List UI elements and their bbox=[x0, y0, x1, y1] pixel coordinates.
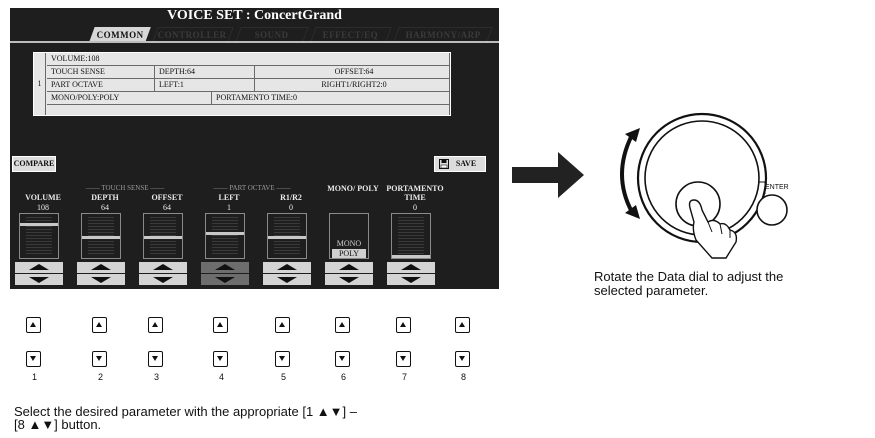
dial-caption-line1: Rotate the Data dial to adjust the bbox=[594, 269, 784, 284]
button-6-down[interactable] bbox=[335, 351, 350, 367]
button-number: 8 bbox=[460, 372, 466, 382]
button-number: 7 bbox=[401, 372, 407, 382]
button-6-up[interactable] bbox=[335, 317, 350, 333]
button-4-down[interactable] bbox=[213, 351, 228, 367]
button-number: 1 bbox=[31, 372, 37, 382]
right-arrow-icon bbox=[512, 150, 586, 200]
button-3-down[interactable] bbox=[148, 351, 163, 367]
button-7-down[interactable] bbox=[396, 351, 411, 367]
button-3-up[interactable] bbox=[148, 317, 163, 333]
select-caption-line2: [8 ▲▼] button. bbox=[14, 417, 102, 432]
button-number: 3 bbox=[153, 372, 159, 382]
button-5-down[interactable] bbox=[275, 351, 290, 367]
dial-caption-line2: selected parameter. bbox=[594, 283, 709, 298]
button-number: 2 bbox=[97, 372, 103, 382]
data-dial-illustration bbox=[616, 90, 826, 260]
button-number: 5 bbox=[280, 372, 286, 382]
button-4-up[interactable] bbox=[213, 317, 228, 333]
button-number: 4 bbox=[218, 372, 224, 382]
button-1-up[interactable] bbox=[26, 317, 41, 333]
button-2-down[interactable] bbox=[92, 351, 107, 367]
button-number: 6 bbox=[340, 372, 346, 382]
button-8-up[interactable] bbox=[455, 317, 470, 333]
button-7-up[interactable] bbox=[396, 317, 411, 333]
button-8-down[interactable] bbox=[455, 351, 470, 367]
button-2-up[interactable] bbox=[92, 317, 107, 333]
button-5-up[interactable] bbox=[275, 317, 290, 333]
enter-label: ENTER bbox=[765, 184, 789, 191]
button-1-down[interactable] bbox=[26, 351, 41, 367]
